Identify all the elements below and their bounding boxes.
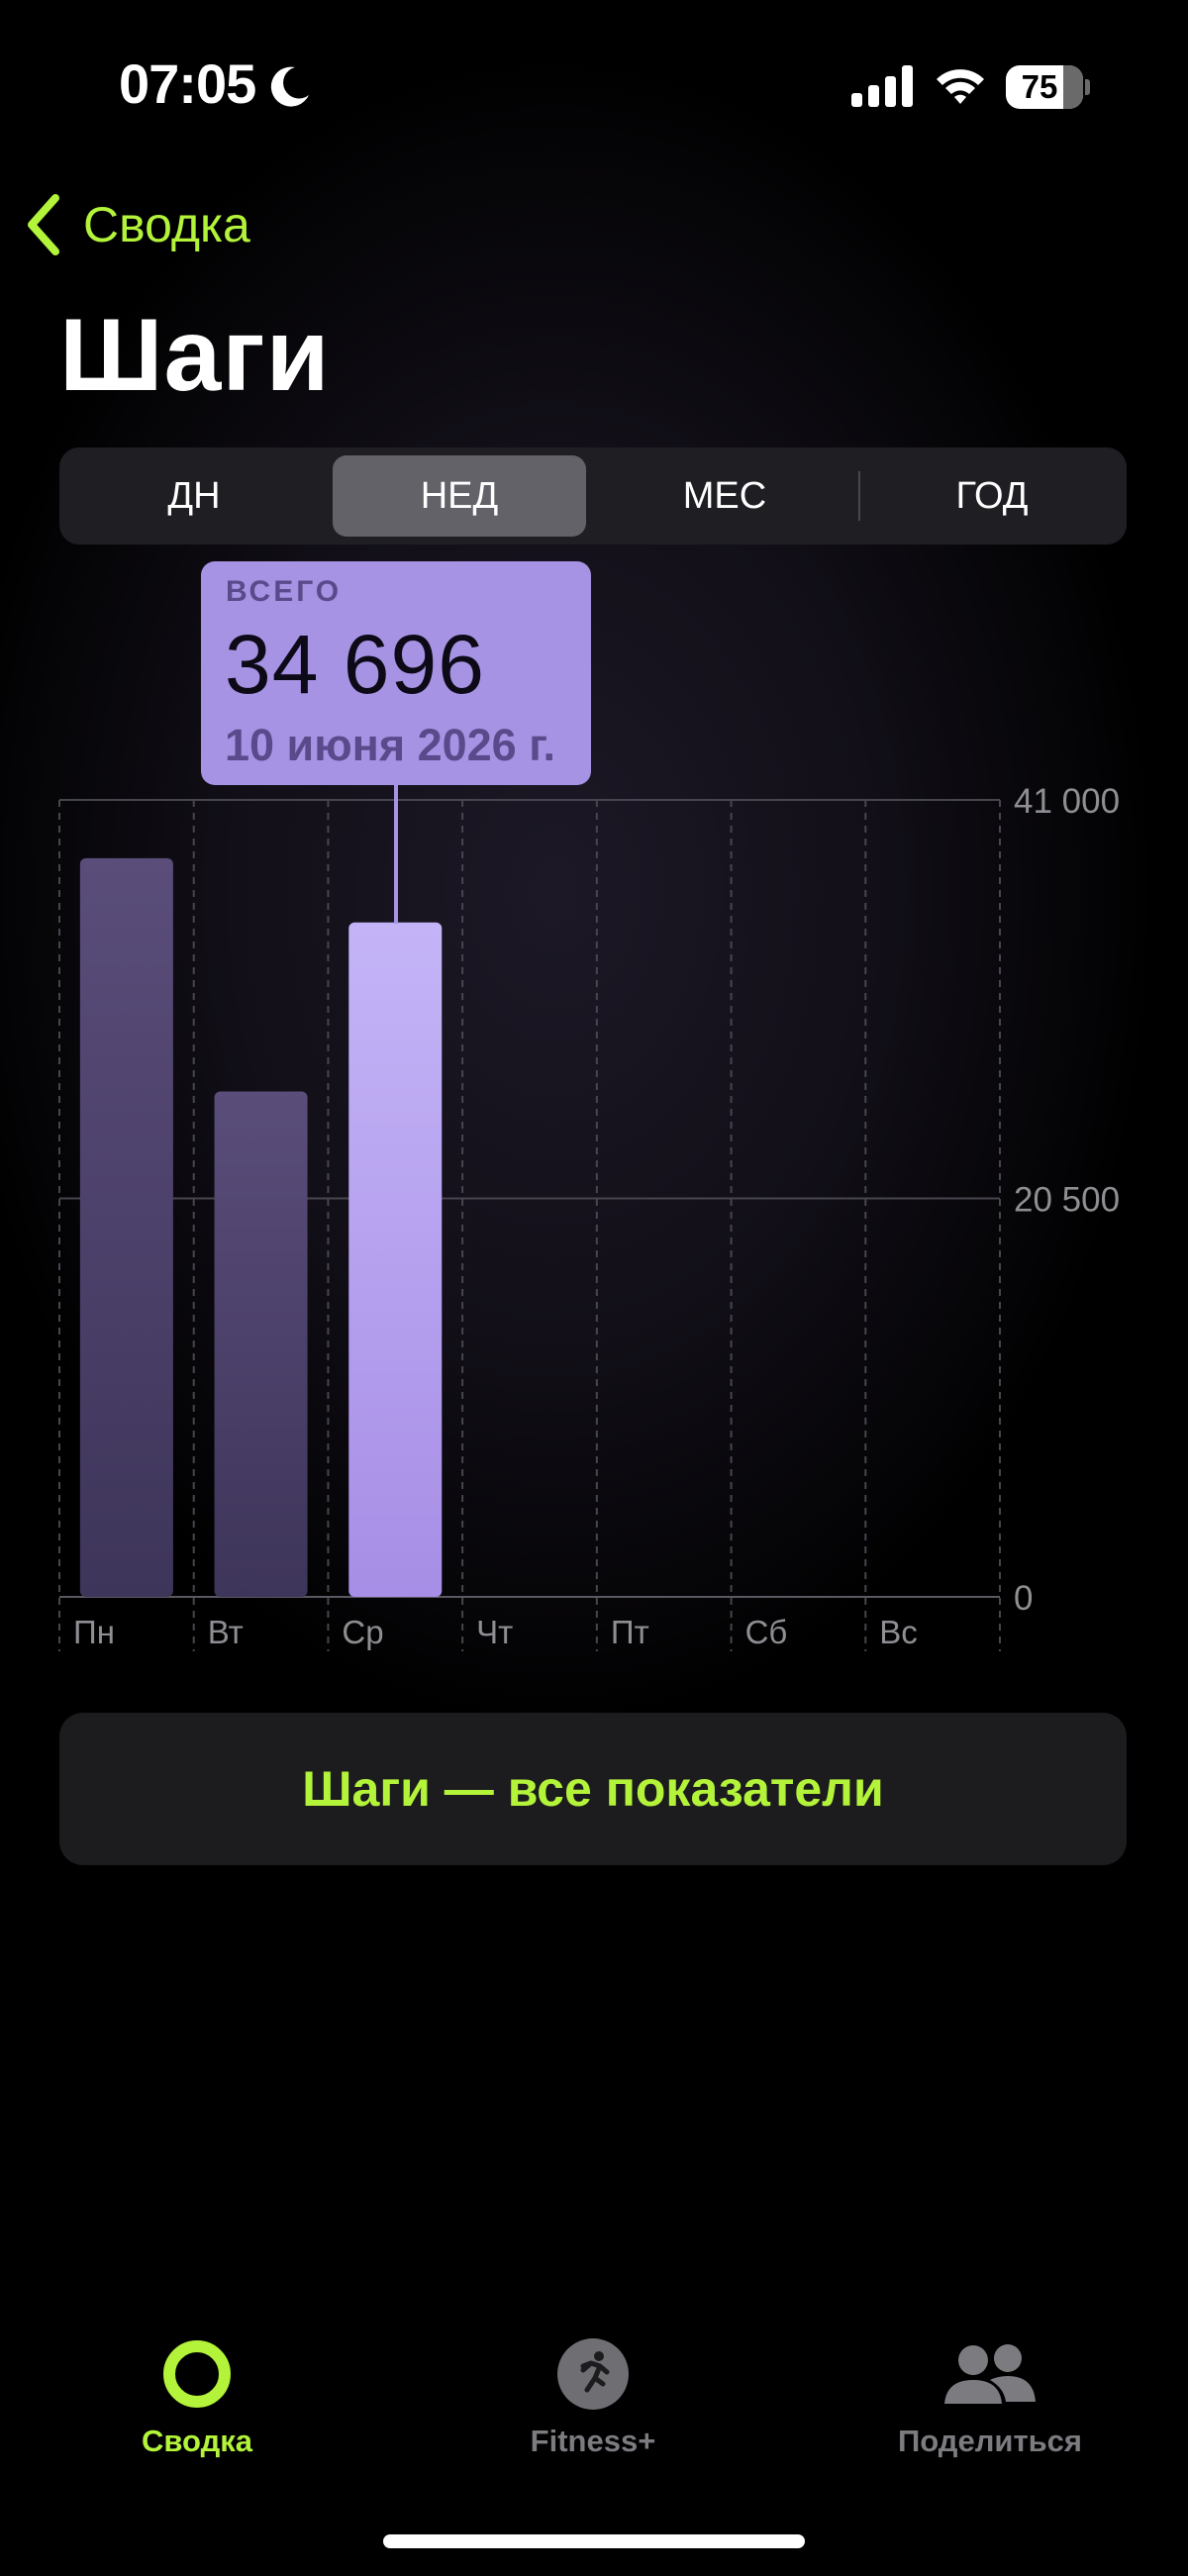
tab-summary-label: Сводка	[142, 2424, 252, 2458]
tab-sharing-label: Поделиться	[897, 2424, 1083, 2458]
tooltip-label: ВСЕГО	[226, 575, 343, 608]
tab-sharing[interactable]: Поделиться	[842, 2338, 1138, 2459]
selected-value-tooltip: ВСЕГО 34 696 10 июня 2026 г.	[201, 561, 591, 785]
tab-fitness-plus-label: Fitness+	[530, 2424, 656, 2458]
running-figure-icon	[557, 2338, 629, 2410]
y-tick-label: 0	[1014, 1579, 1033, 1618]
tab-fitness-plus[interactable]: Fitness+	[445, 2338, 742, 2459]
battery-level: 75	[1021, 68, 1058, 105]
people-icon	[944, 2344, 1036, 2404]
chart-bar-selected	[348, 922, 443, 1597]
x-tick-label: Сб	[745, 1614, 788, 1650]
all-steps-metrics-label: Шаги — все показатели	[302, 1761, 884, 1817]
activity-ring-icon	[163, 2340, 231, 2408]
steps-chart[interactable]: 0 20 500 41 000 Пн Вт Ср Чт Пт Сб Вс	[0, 0, 1188, 1683]
chart-bar	[79, 857, 173, 1597]
tab-summary[interactable]: Сводка	[49, 2338, 346, 2459]
x-tick-label: Пт	[611, 1614, 649, 1650]
tooltip-connector	[394, 785, 398, 924]
y-tick-label: 41 000	[1014, 782, 1120, 821]
home-indicator	[383, 2534, 805, 2548]
all-steps-metrics-button[interactable]: Шаги — все показатели	[59, 1713, 1127, 1865]
tooltip-value: 34 696	[225, 618, 485, 711]
x-tick-label: Вт	[208, 1614, 244, 1650]
x-tick-label: Вс	[879, 1614, 918, 1650]
y-tick-label: 20 500	[1014, 1181, 1120, 1220]
x-tick-label: Пн	[73, 1614, 115, 1650]
tooltip-date: 10 июня 2026 г.	[225, 720, 555, 770]
x-tick-label: Чт	[476, 1614, 513, 1650]
chart-bar	[214, 1091, 308, 1597]
x-tick-label: Ср	[342, 1614, 383, 1650]
